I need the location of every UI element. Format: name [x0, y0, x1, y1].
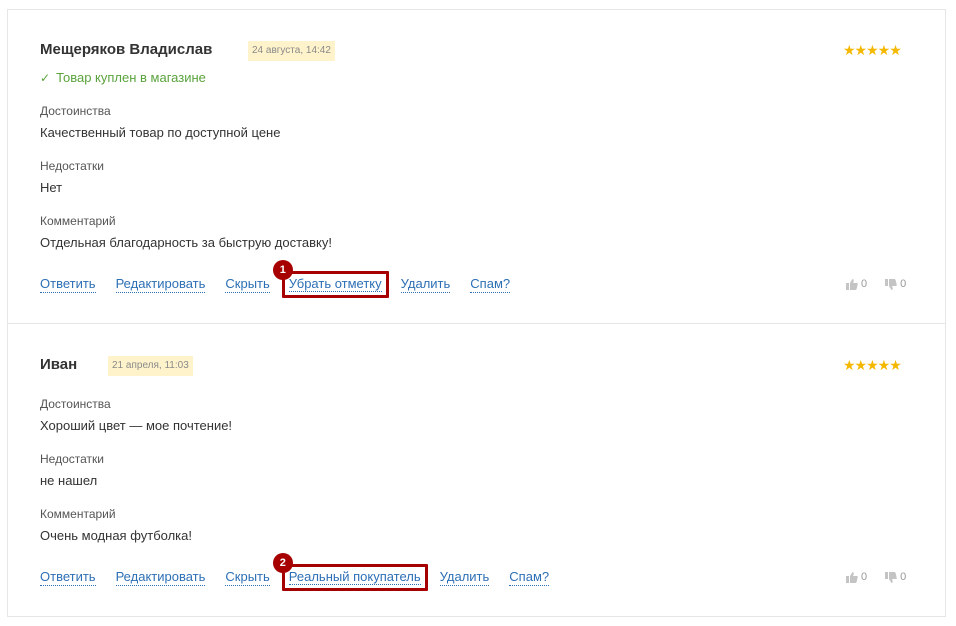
purchased-label: Товар куплен в магазине: [56, 70, 206, 85]
step-marker: 1: [272, 260, 293, 280]
comment-label: Комментарий: [40, 507, 116, 521]
cons-label: Недостатки: [40, 452, 104, 466]
edit-link[interactable]: Редактировать: [115, 276, 206, 293]
pros-label: Достоинства: [40, 104, 111, 118]
cons-value: не нашел: [40, 473, 98, 488]
comment-value: Очень модная футболка!: [40, 528, 193, 543]
review-author: Мещеряков Владислав: [40, 41, 213, 58]
review-actions: Ответить Редактировать Скрыть 2 Реальный…: [40, 553, 569, 591]
delete-link[interactable]: Удалить: [439, 569, 490, 586]
dislike-button[interactable]: 0: [885, 571, 906, 583]
like-button[interactable]: 0: [846, 278, 867, 290]
like-count: 0: [861, 571, 868, 583]
check-icon: ✓: [40, 71, 51, 85]
pros-value: Хороший цвет — мое почтение!: [40, 418, 233, 433]
review-author: Иван: [40, 356, 78, 373]
thumbs-down-icon: [885, 571, 897, 583]
pros-value: Качественный товар по доступной цене: [40, 125, 281, 140]
dislike-count: 0: [900, 571, 907, 583]
cons-value: Нет: [40, 180, 63, 195]
reply-link[interactable]: Ответить: [40, 569, 96, 586]
edit-link[interactable]: Редактировать: [115, 569, 206, 586]
purchased-status: ✓ Товар куплен в магазине: [40, 70, 206, 85]
rating-stars: ★★★★★: [843, 42, 902, 58]
review-votes: 0 0: [846, 571, 906, 583]
rating-stars: ★★★★★: [843, 357, 902, 373]
thumbs-up-icon: [846, 278, 858, 290]
review-date-badge: 24 августа, 14:42: [248, 41, 335, 61]
cons-label: Недостатки: [40, 159, 104, 173]
spam-link[interactable]: Спам?: [509, 569, 550, 586]
like-button[interactable]: 0: [846, 571, 867, 583]
dislike-button[interactable]: 0: [885, 278, 906, 290]
highlight-box: 2 Реальный покупатель: [272, 553, 428, 591]
pros-label: Достоинства: [40, 397, 111, 411]
comment-value: Отдельная благодарность за быструю доста…: [40, 235, 333, 250]
real-buyer-link[interactable]: Реальный покупатель: [288, 569, 421, 585]
delete-link[interactable]: Удалить: [400, 276, 451, 293]
hide-link[interactable]: Скрыть: [225, 569, 270, 586]
comment-label: Комментарий: [40, 214, 116, 228]
thumbs-up-icon: [846, 571, 858, 583]
spam-link[interactable]: Спам?: [470, 276, 511, 293]
like-count: 0: [861, 278, 868, 290]
thumbs-down-icon: [885, 278, 897, 290]
remove-mark-link[interactable]: Убрать отметку: [288, 276, 382, 292]
dislike-count: 0: [900, 278, 907, 290]
hide-link[interactable]: Скрыть: [225, 276, 270, 293]
review-actions: Ответить Редактировать Скрыть 1 Убрать о…: [40, 260, 530, 298]
highlight-box: 1 Убрать отметку: [272, 260, 389, 298]
step-marker: 2: [272, 553, 293, 573]
reply-link[interactable]: Ответить: [40, 276, 96, 293]
reviews-panel: Мещеряков Владислав 24 августа, 14:42 ★★…: [7, 9, 946, 617]
review-votes: 0 0: [846, 278, 906, 290]
review-date-badge: 21 апреля, 11:03: [108, 356, 193, 376]
